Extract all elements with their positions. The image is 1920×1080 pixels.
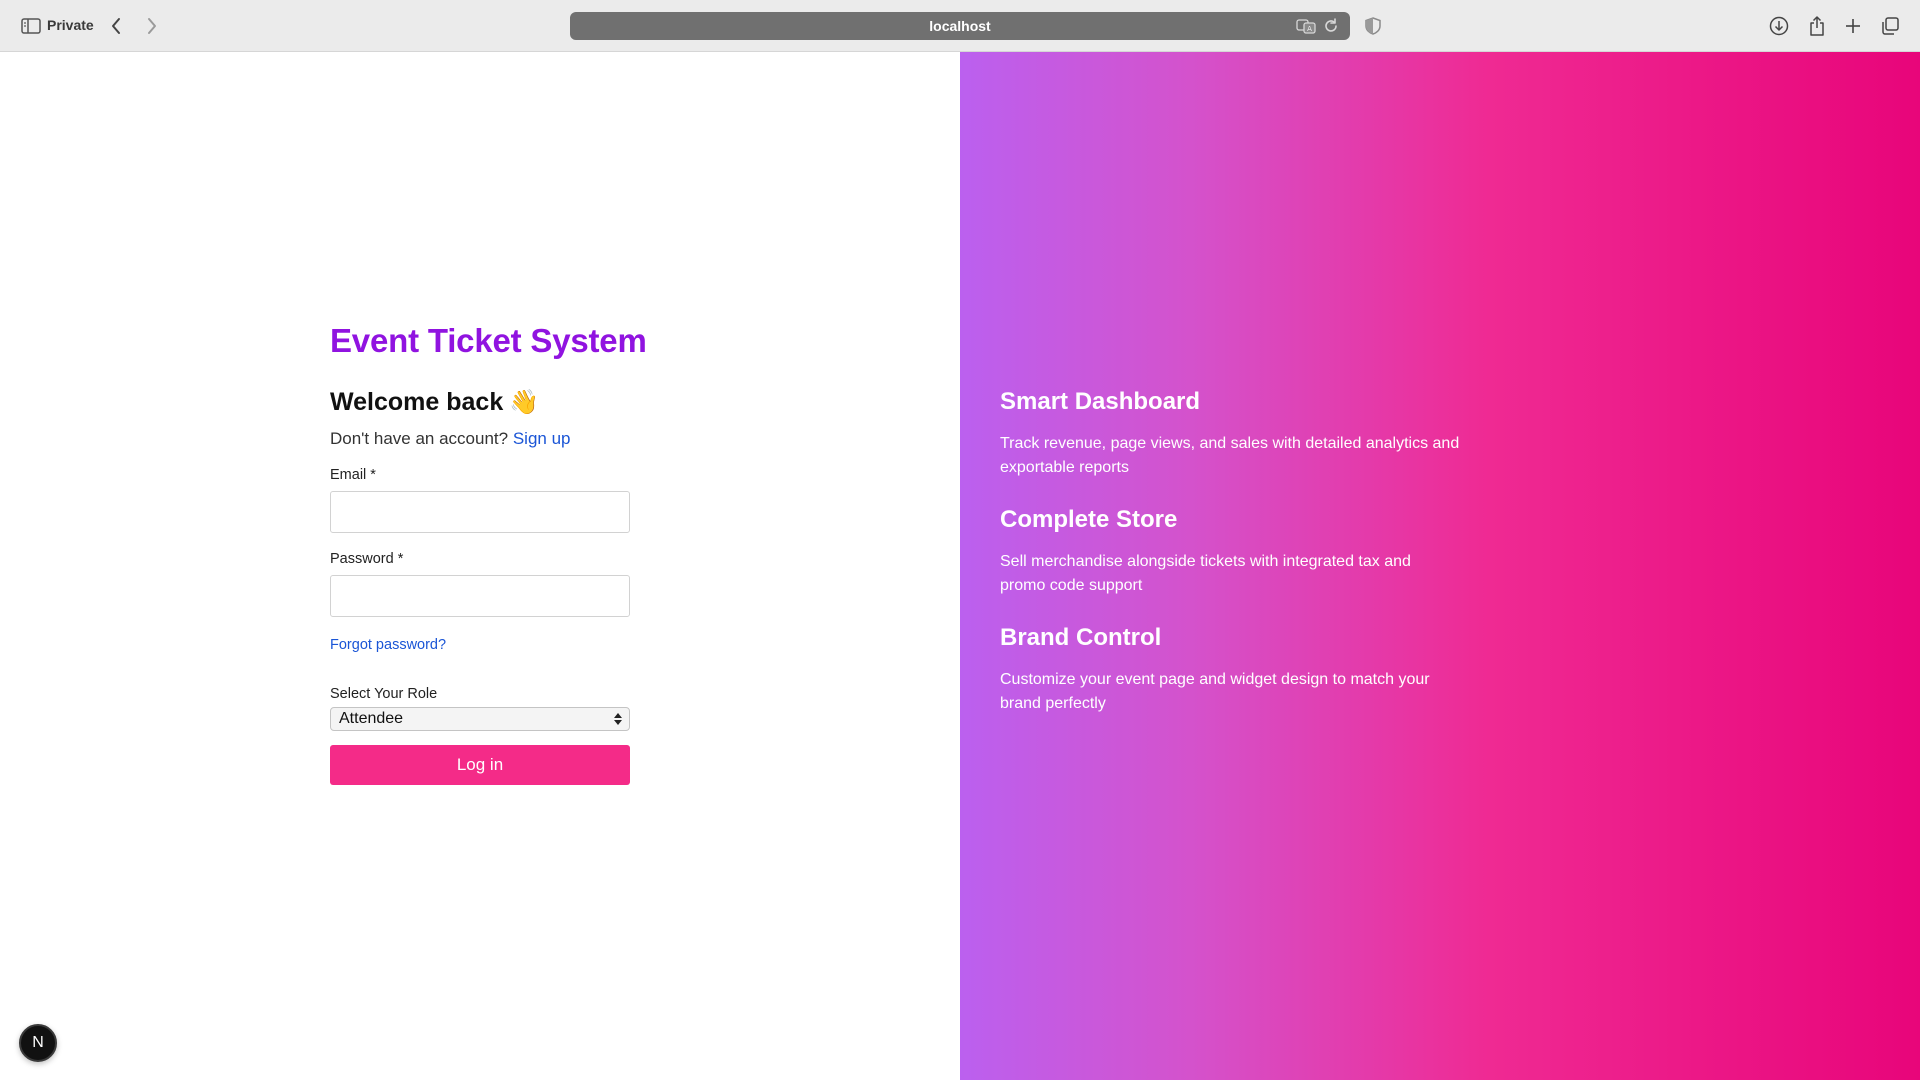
select-arrows-icon — [613, 711, 623, 727]
chevron-right-icon[interactable] — [140, 13, 164, 39]
feature-title: Brand Control — [1000, 624, 1162, 651]
tabs-overview-icon[interactable] — [1877, 13, 1903, 39]
password-label: Password * — [330, 551, 404, 567]
signup-link[interactable]: Sign up — [513, 429, 571, 448]
feature-description: Track revenue, page views, and sales wit… — [1000, 435, 1460, 476]
login-button[interactable]: Log in — [330, 745, 630, 785]
login-form: Event Ticket System Welcome back 👋 Don't… — [330, 322, 647, 785]
email-label: Email * — [330, 467, 376, 483]
forgot-password-link[interactable]: Forgot password? — [330, 637, 446, 653]
shield-icon[interactable] — [1362, 14, 1384, 38]
translate-icon[interactable]: A — [1296, 18, 1316, 34]
reload-icon[interactable] — [1322, 17, 1340, 35]
chevron-left-icon[interactable] — [104, 13, 128, 39]
signup-prompt-text: Don't have an account? — [330, 429, 509, 448]
address-bar[interactable]: localhost A — [570, 12, 1350, 40]
login-panel: Event Ticket System Welcome back 👋 Don't… — [0, 52, 960, 1080]
feature-list: Smart Dashboard Track revenue, page view… — [1000, 388, 1460, 742]
feature-item: Complete Store Sell merchandise alongsid… — [1000, 506, 1460, 598]
plus-icon[interactable] — [1840, 13, 1866, 39]
download-icon[interactable] — [1766, 13, 1792, 39]
feature-title: Complete Store — [1000, 506, 1178, 533]
feature-description: Sell merchandise alongside tickets with … — [1000, 553, 1411, 594]
features-panel: Smart Dashboard Track revenue, page view… — [960, 52, 1920, 1080]
feature-item: Smart Dashboard Track revenue, page view… — [1000, 388, 1460, 480]
welcome-heading: Welcome back 👋 — [330, 388, 630, 417]
sidebar-icon[interactable] — [18, 14, 44, 38]
svg-text:A: A — [1307, 25, 1312, 33]
nextjs-logo-icon: N — [32, 1034, 44, 1051]
share-icon[interactable] — [1804, 12, 1830, 40]
feature-item: Brand Control Customize your event page … — [1000, 624, 1460, 716]
role-select[interactable]: Attendee — [330, 707, 630, 731]
nextjs-dev-badge[interactable]: N — [19, 1024, 57, 1062]
private-mode-label: Private — [47, 17, 94, 33]
password-field[interactable] — [330, 575, 630, 617]
email-field[interactable] — [330, 491, 630, 533]
role-label: Select Your Role — [330, 686, 438, 702]
welcome-text: Welcome back — [330, 388, 504, 416]
role-selected-value: Attendee — [339, 710, 404, 727]
app-title: Event Ticket System — [330, 322, 647, 359]
waving-hand-icon: 👋 — [509, 388, 540, 416]
feature-description: Customize your event page and widget des… — [1000, 671, 1430, 712]
signup-prompt: Don't have an account? Sign up — [330, 429, 630, 449]
url-text: localhost — [929, 18, 991, 34]
browser-toolbar: Private localhost A — [0, 0, 1920, 52]
feature-title: Smart Dashboard — [1000, 388, 1201, 415]
